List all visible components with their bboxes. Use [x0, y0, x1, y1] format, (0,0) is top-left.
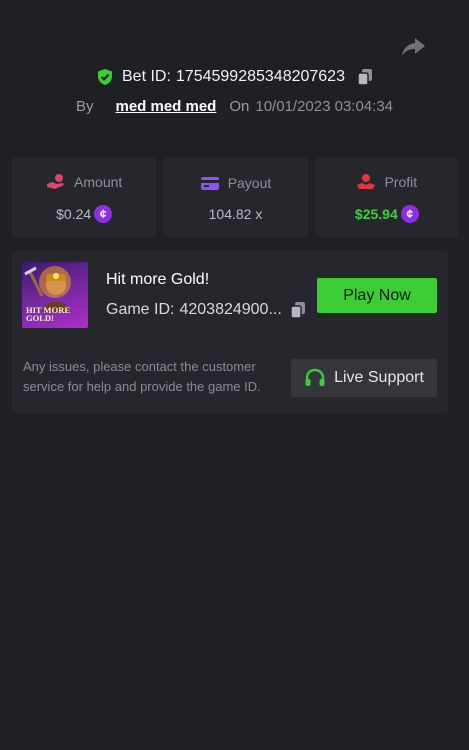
- on-label: On: [229, 98, 250, 115]
- amount-value: $0.24: [56, 206, 92, 222]
- live-support-label: Live Support: [334, 369, 424, 386]
- support-notice: Any issues, please contact the customer …: [23, 359, 261, 394]
- hand-money-icon: [357, 174, 376, 189]
- game-id-label: Game ID:: [106, 301, 175, 318]
- live-support-button[interactable]: Live Support: [291, 359, 437, 397]
- card-icon: [200, 177, 219, 190]
- headset-icon: [305, 368, 325, 386]
- hand-coins-icon: [47, 174, 64, 189]
- coin-icon: ¢: [400, 205, 419, 223]
- game-panel: HIT MORE GOLD! Hit more Gold! Game ID: 4…: [12, 251, 448, 413]
- copy-icon[interactable]: [290, 301, 306, 319]
- game-id-value: 4203824900...: [179, 301, 282, 318]
- profit-value: $25.94: [354, 206, 398, 222]
- bet-author-row: By med med med On 10/01/2023 03:04:34: [0, 98, 469, 115]
- bet-stats: Amount $0.24 ¢ Payout 104.82 x Profit $2…: [12, 158, 459, 238]
- stat-amount: Amount $0.24 ¢: [12, 158, 157, 238]
- bet-id-value: 1754599285348207623: [175, 68, 345, 85]
- payout-label: Payout: [227, 175, 272, 191]
- payout-value: 104.82 x: [208, 206, 263, 222]
- stat-profit: Profit $25.94 ¢: [314, 158, 459, 238]
- game-id-row: Game ID: 4203824900...: [106, 301, 306, 319]
- profit-label: Profit: [384, 174, 418, 190]
- verified-shield-icon: [98, 69, 112, 85]
- amount-label: Amount: [74, 174, 123, 190]
- stat-payout: Payout 104.82 x: [163, 158, 308, 238]
- play-now-button[interactable]: Play Now: [317, 278, 437, 313]
- username-link[interactable]: med med med: [115, 98, 216, 115]
- copy-icon[interactable]: [357, 68, 373, 86]
- bet-id-row: Bet ID: 1754599285348207623: [0, 68, 469, 86]
- game-thumbnail[interactable]: HIT MORE GOLD!: [22, 262, 88, 328]
- by-label: By: [75, 98, 94, 115]
- share-icon[interactable]: [400, 36, 426, 58]
- thumbnail-logo: HIT MORE GOLD!: [26, 305, 71, 323]
- bet-id-label: Bet ID:: [122, 68, 171, 85]
- bet-datetime: 10/01/2023 03:04:34: [255, 98, 394, 115]
- game-title: Hit more Gold!: [106, 271, 210, 288]
- coin-icon: ¢: [94, 205, 113, 223]
